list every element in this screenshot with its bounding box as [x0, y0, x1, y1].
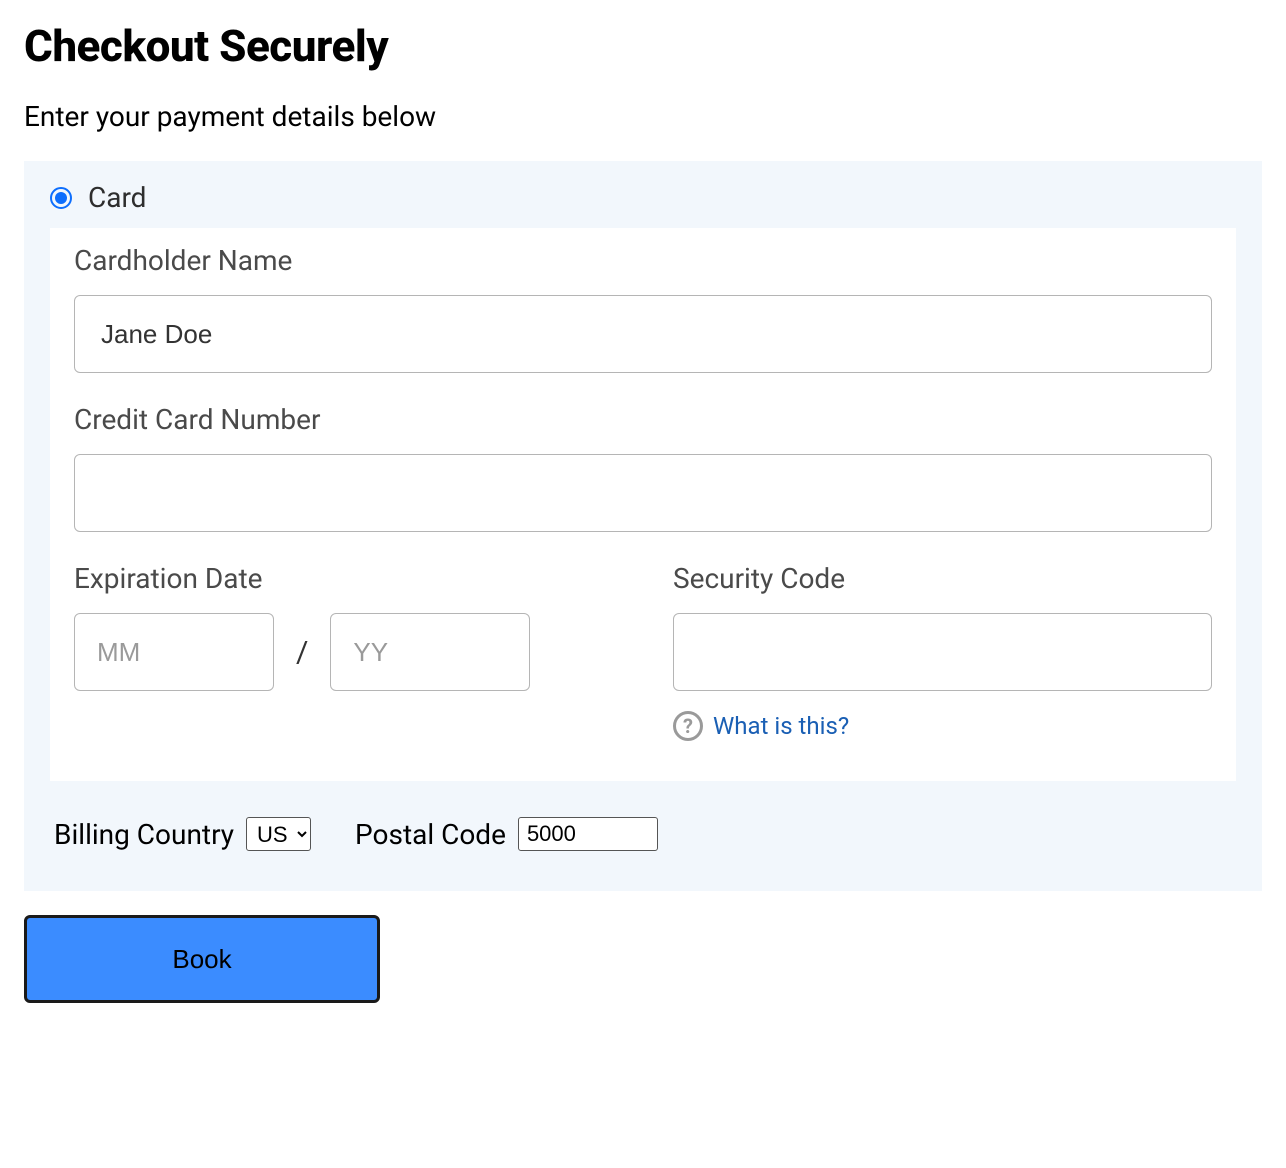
book-button[interactable]: Book [24, 915, 380, 1003]
cardholder-name-input[interactable] [74, 295, 1212, 373]
radio-selected-icon [50, 187, 72, 209]
card-number-label: Credit Card Number [74, 403, 1212, 436]
billing-country-select[interactable]: US [246, 817, 311, 851]
card-number-input[interactable] [74, 454, 1212, 532]
expiry-label: Expiration Date [74, 562, 613, 595]
payment-panel: Card Cardholder Name Credit Card Number … [24, 161, 1262, 891]
cardholder-name-label: Cardholder Name [74, 244, 1212, 277]
expiry-year-input[interactable] [330, 613, 530, 691]
expiry-month-input[interactable] [74, 613, 274, 691]
postal-code-input[interactable] [518, 817, 658, 851]
billing-row: Billing Country US Postal Code [50, 817, 1236, 851]
card-form: Cardholder Name Credit Card Number Expir… [50, 228, 1236, 781]
page-title: Checkout Securely [24, 20, 1262, 72]
help-icon: ? [673, 711, 703, 741]
cvv-input[interactable] [673, 613, 1212, 691]
page-subtitle: Enter your payment details below [24, 100, 1262, 133]
payment-method-card[interactable]: Card [50, 181, 1236, 214]
expiry-separator: / [296, 635, 308, 670]
cvv-label: Security Code [673, 562, 1212, 595]
postal-code-label: Postal Code [355, 818, 506, 851]
billing-country-label: Billing Country [54, 818, 234, 851]
payment-method-label: Card [88, 181, 146, 214]
cvv-help-link[interactable]: What is this? [713, 712, 849, 740]
